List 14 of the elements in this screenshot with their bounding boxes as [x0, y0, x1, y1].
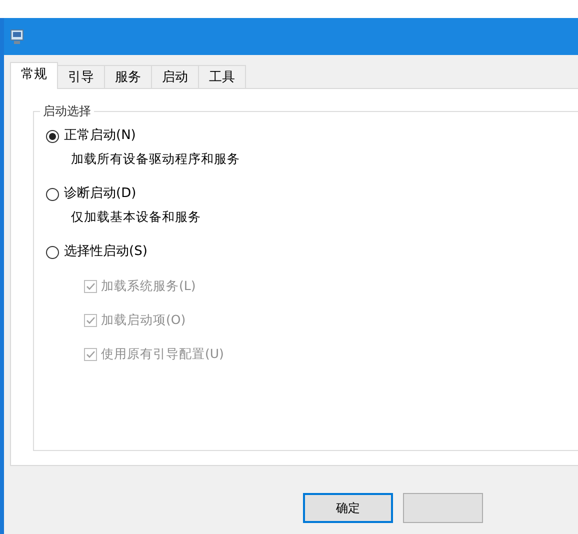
option-description: 加载所有设备驱动程序和服务 — [71, 150, 241, 168]
ok-button[interactable]: 确定 — [303, 493, 393, 523]
group-title: 启动选择 — [40, 102, 94, 120]
tab[interactable]: 常规 — [10, 62, 58, 89]
tab[interactable]: 工具 — [198, 65, 246, 88]
dialog-button[interactable] — [403, 493, 483, 523]
radio-button[interactable] — [46, 188, 59, 200]
radio-label[interactable]: 选择性启动(S) — [64, 242, 148, 262]
radio-label[interactable]: 诊断启动(D) — [64, 184, 136, 204]
app-icon — [10, 28, 24, 44]
radio-button[interactable] — [46, 130, 59, 142]
radio-label[interactable]: 正常启动(N) — [64, 126, 136, 146]
radio-button[interactable] — [46, 246, 59, 258]
option-description: 仅加载基本设备和服务 — [71, 208, 202, 226]
